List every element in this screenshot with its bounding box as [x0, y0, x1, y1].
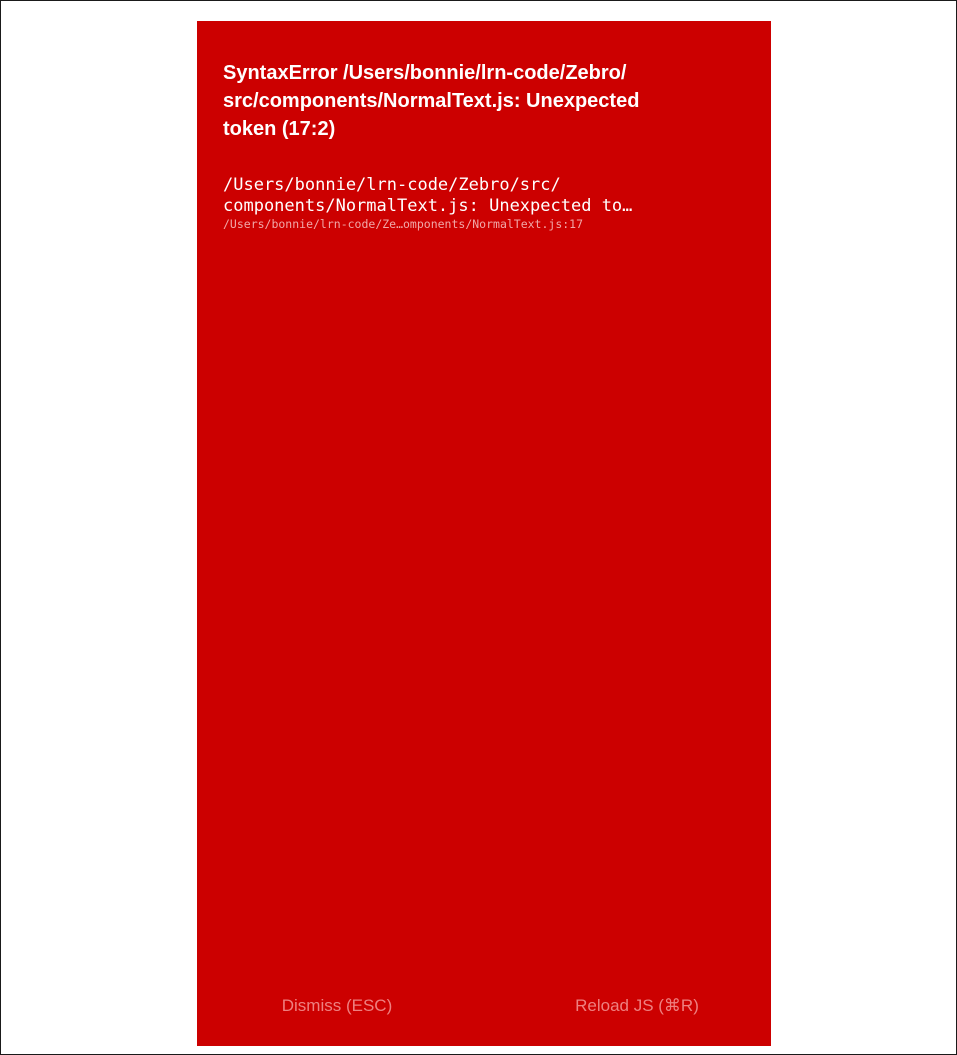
reload-js-button[interactable]: Reload JS (⌘R) [527, 986, 747, 1026]
stack-frame-message: /Users/bonnie/lrn-code/Zebro/src/ compon… [223, 175, 633, 216]
redbox-error-screen: SyntaxError /Users/bonnie/lrn-code/Zebro… [197, 21, 771, 1046]
dismiss-button[interactable]: Dismiss (ESC) [237, 986, 437, 1026]
button-bar: Dismiss (ESC) Reload JS (⌘R) [197, 986, 771, 1026]
stack-frame[interactable]: /Users/bonnie/lrn-code/Zebro/src/ compon… [223, 175, 753, 231]
screen-frame: SyntaxError /Users/bonnie/lrn-code/Zebro… [0, 0, 957, 1055]
error-title: SyntaxError /Users/bonnie/lrn-code/Zebro… [223, 62, 640, 140]
stack-frame-location: /Users/bonnie/lrn-code/Ze…omponents/Norm… [223, 217, 584, 231]
